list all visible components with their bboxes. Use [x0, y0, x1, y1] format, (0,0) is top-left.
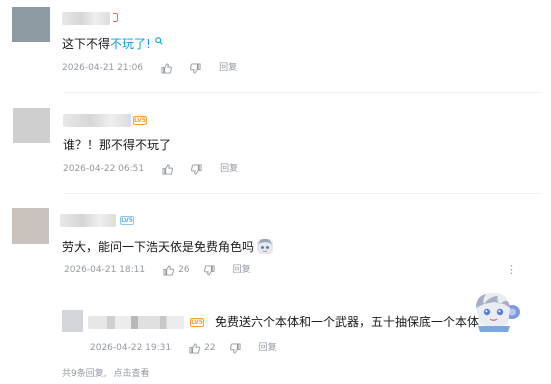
comment-3: LV5 劳大，能问一下浩天依是免费角色吗 2026-04-21 18:11 26… [0, 196, 551, 286]
like-icon[interactable] [189, 342, 201, 354]
comment-date: 2026-04-21 18:11 [64, 265, 146, 275]
reply-date: 2026-04-22 19:31 [90, 343, 172, 353]
dislike-icon[interactable] [190, 62, 201, 74]
sticker-character [476, 292, 520, 332]
comment-link[interactable]: 不玩了! [110, 37, 151, 51]
avatar[interactable] [12, 208, 49, 244]
username-blurred[interactable] [62, 12, 110, 25]
comment-text: 劳大，能问一下浩天依是免费角色吗 [62, 240, 255, 254]
reply-button[interactable]: 回复 [233, 264, 251, 276]
comment-meta: 2026-04-21 18:11 26 回复 [64, 264, 251, 276]
more-options-icon[interactable]: ⋮ [506, 264, 517, 275]
reply-button[interactable]: 回复 [219, 62, 237, 74]
divider [64, 92, 541, 93]
reply-meta: 2026-04-22 19:31 22 回复 [90, 342, 277, 354]
dislike-icon[interactable] [203, 264, 215, 276]
like-icon[interactable] [162, 163, 174, 175]
comment-2: LV5 谁？！那不得不玩了 2026-04-22 06:51 回复 [0, 95, 551, 195]
reply-text: 免费送六个本体和一个武器，五十抽保底一个本体 [215, 315, 480, 329]
like-icon[interactable] [161, 62, 173, 74]
comment-text: 谁？！那不得不玩了 [63, 138, 172, 152]
dislike-icon[interactable] [229, 342, 241, 354]
comment-text: 这下不得不玩了! [62, 36, 163, 52]
username-blurred[interactable] [63, 114, 131, 127]
username-blurred[interactable] [88, 316, 184, 329]
comment-meta: 2026-04-22 06:51 回复 [63, 163, 238, 175]
search-icon[interactable] [154, 33, 163, 45]
comment-date: 2026-04-21 21:06 [62, 63, 144, 73]
badge-mark [113, 13, 118, 22]
reply-summary: 共9条回复, 点击查看 [62, 366, 149, 379]
comment-meta: 2026-04-21 21:06 回复 [62, 62, 237, 74]
like-icon[interactable] [163, 264, 175, 276]
like-count: 22 [204, 343, 216, 353]
level-badge: LV5 [190, 318, 204, 327]
sticker-emoji [257, 238, 273, 254]
view-more-link[interactable]: 点击查看 [113, 369, 149, 379]
level-badge: LV5 [133, 116, 147, 125]
comment-date: 2026-04-22 06:51 [63, 164, 145, 174]
username-blurred[interactable] [60, 214, 116, 227]
avatar[interactable] [62, 310, 83, 332]
like-count: 26 [178, 265, 190, 275]
reply-count: 共9条回复, [62, 369, 107, 379]
dislike-icon[interactable] [191, 163, 202, 175]
comment-1: 这下不得不玩了! 2026-04-21 21:06 回复 [0, 0, 551, 95]
reply-1: LV5 免费送六个本体和一个武器，五十抽保底一个本体 2026-04-22 19… [0, 290, 551, 360]
reply-button[interactable]: 回复 [259, 342, 277, 354]
avatar[interactable] [13, 108, 50, 143]
divider [64, 193, 541, 194]
avatar[interactable] [12, 7, 50, 42]
reply-button[interactable]: 回复 [220, 163, 238, 175]
level-badge: LV5 [120, 216, 134, 225]
